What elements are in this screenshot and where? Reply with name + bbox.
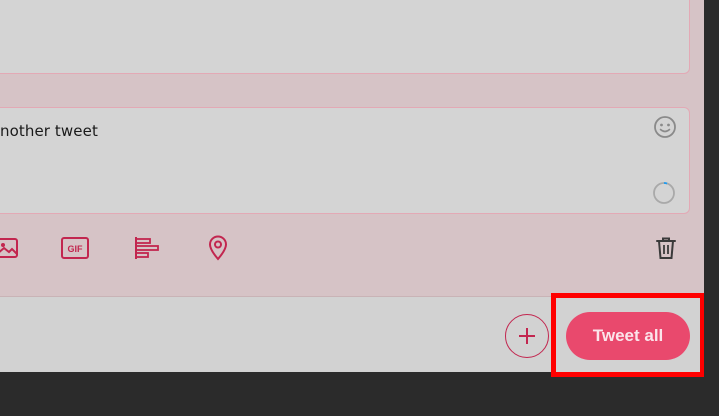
- poll-icon[interactable]: [132, 233, 162, 263]
- trash-icon[interactable]: [651, 233, 681, 263]
- add-tweet-button[interactable]: [505, 314, 549, 358]
- tweet-input-box[interactable]: [0, 107, 690, 214]
- character-count-ring: [652, 181, 676, 205]
- image-icon[interactable]: [0, 233, 22, 263]
- gif-label: GIF: [68, 244, 84, 254]
- plus-icon: [519, 328, 535, 344]
- background-edge: [704, 0, 719, 416]
- highlight-annotation-box: [551, 293, 705, 377]
- location-icon[interactable]: [203, 233, 233, 263]
- previous-tweet-box[interactable]: [0, 0, 690, 74]
- thread-region: nother tweet GIF: [0, 0, 704, 297]
- gif-icon[interactable]: GIF: [60, 233, 90, 263]
- screen: nother tweet GIF Tweet all: [0, 0, 719, 416]
- emoji-icon[interactable]: [653, 115, 677, 139]
- tweet-text[interactable]: nother tweet: [0, 122, 98, 140]
